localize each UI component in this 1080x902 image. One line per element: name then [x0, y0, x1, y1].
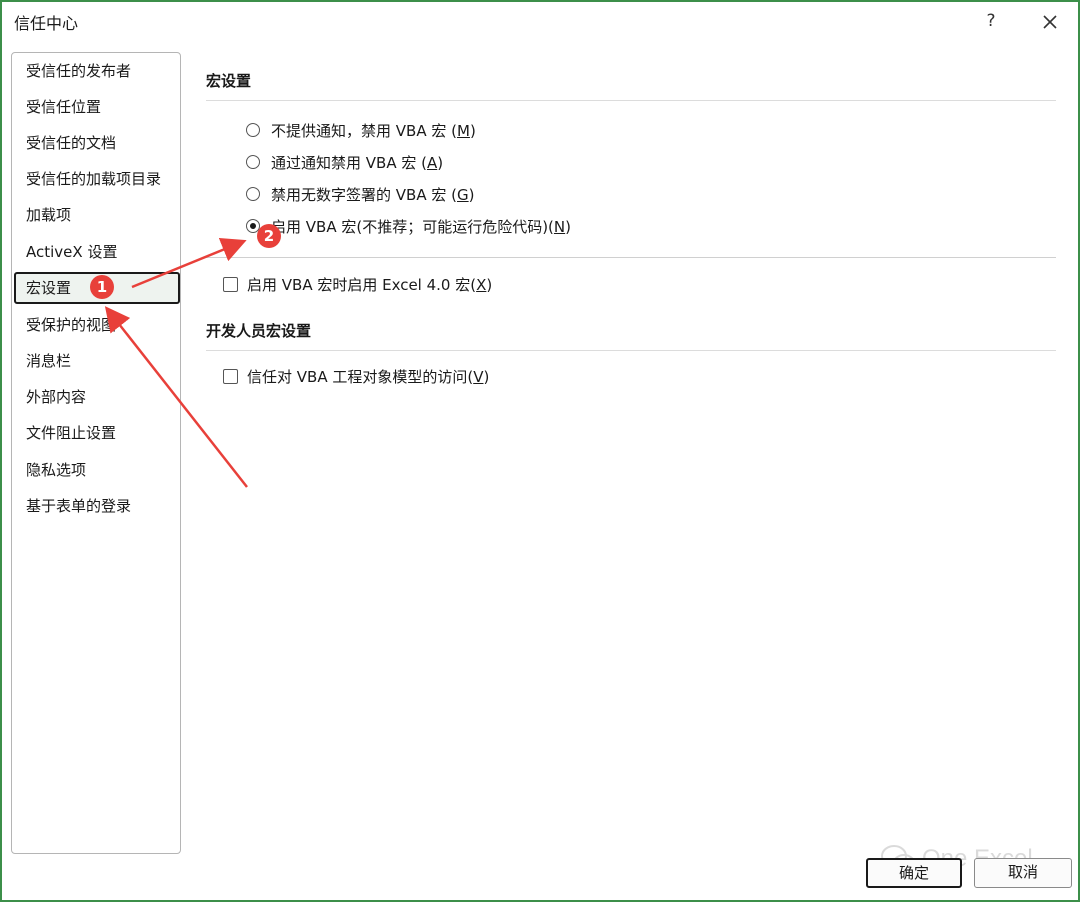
annotation-badge-2: 2: [257, 224, 281, 248]
annotation-arrow-to-sidebar: [104, 306, 248, 488]
annotation-badge-1: 1: [90, 275, 114, 299]
annotation-arrows: [104, 238, 248, 488]
trust-center-dialog: 信任中心 ? 受信任的发布者 受信任位置 受信任的文档 受信任的加载项目录 加载…: [0, 0, 1080, 902]
annotation-arrow-to-option: [131, 238, 247, 289]
